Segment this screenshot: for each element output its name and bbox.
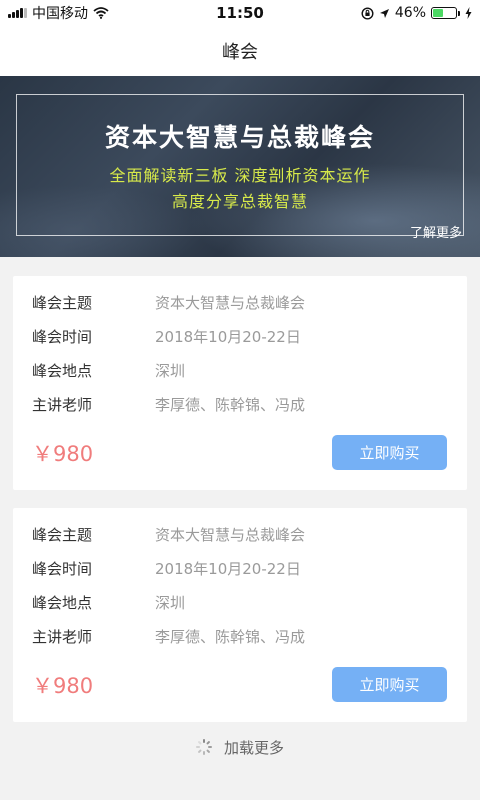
load-more[interactable]: 加载更多 (0, 736, 480, 758)
summit-topic-label: 峰会主题 (32, 293, 93, 312)
summit-topic-label: 峰会主题 (32, 525, 93, 544)
charging-icon (465, 7, 472, 19)
summit-location-value: 深圳 (155, 593, 186, 612)
summit-location-value: 深圳 (155, 361, 186, 380)
battery-percent: 46% (394, 5, 426, 21)
summit-time-row: 峰会时间 2018年10月20-22日 (32, 556, 301, 580)
summit-time-value: 2018年10月20-22日 (155, 327, 301, 346)
summit-time-label: 峰会时间 (32, 327, 93, 346)
summit-time-row: 峰会时间 2018年10月20-22日 (32, 324, 301, 348)
summit-topic-value: 资本大智慧与总裁峰会 (155, 525, 306, 544)
banner-subtitle-line2: 高度分享总裁智慧 (171, 192, 308, 211)
wifi-icon (93, 7, 109, 19)
summit-topic-value: 资本大智慧与总裁峰会 (155, 293, 306, 312)
page-title: 峰会 (222, 42, 258, 63)
rotation-lock-icon (361, 6, 374, 20)
buy-now-button[interactable]: 立即购买 (332, 667, 447, 702)
status-bar-right: 46% (361, 5, 472, 21)
summit-location-row: 峰会地点 深圳 (32, 590, 185, 614)
summit-lecturers-row: 主讲老师 李厚德、陈幹锦、冯成 (32, 392, 305, 416)
summit-card: 峰会主题 资本大智慧与总裁峰会 峰会时间 2018年10月20-22日 峰会地点… (13, 508, 467, 722)
banner-subtitle-line1: 全面解读新三板 深度剖析资本运作 (109, 166, 371, 185)
summit-lecturers-label: 主讲老师 (32, 627, 93, 646)
carrier-label: 中国移动 (32, 6, 88, 22)
buy-now-button[interactable]: 立即购买 (332, 435, 447, 470)
status-bar-left: 中国移动 (8, 3, 109, 23)
summit-topic-row: 峰会主题 资本大智慧与总裁峰会 (32, 522, 305, 546)
summit-card: 峰会主题 资本大智慧与总裁峰会 峰会时间 2018年10月20-22日 峰会地点… (13, 276, 467, 490)
nav-bar: 峰会 (0, 26, 480, 76)
battery-fill (433, 9, 444, 17)
banner-title: 资本大智慧与总裁峰会 (104, 123, 375, 152)
summit-lecturers-value: 李厚德、陈幹锦、冯成 (155, 627, 306, 646)
banner-more-link[interactable]: 了解更多 (410, 222, 462, 241)
signal-icon (8, 8, 27, 18)
price: ￥980 (32, 442, 94, 466)
summit-lecturers-label: 主讲老师 (32, 395, 93, 414)
battery-icon (431, 7, 460, 19)
summit-time-label: 峰会时间 (32, 559, 93, 578)
summit-topic-row: 峰会主题 资本大智慧与总裁峰会 (32, 290, 305, 314)
summit-banner[interactable]: 资本大智慧与总裁峰会 全面解读新三板 深度剖析资本运作 高度分享总裁智慧 了解更… (0, 76, 480, 257)
price: ￥980 (32, 674, 94, 698)
summit-lecturers-value: 李厚德、陈幹锦、冯成 (155, 395, 306, 414)
status-bar: 中国移动 11:50 46% (0, 0, 480, 26)
loading-spinner-icon (195, 739, 212, 755)
summit-lecturers-row: 主讲老师 李厚德、陈幹锦、冯成 (32, 624, 305, 648)
summit-location-label: 峰会地点 (32, 593, 93, 612)
load-more-label: 加载更多 (223, 738, 284, 757)
summit-location-row: 峰会地点 深圳 (32, 358, 185, 382)
summit-time-value: 2018年10月20-22日 (155, 559, 301, 578)
location-icon (379, 8, 389, 18)
summit-location-label: 峰会地点 (32, 361, 93, 380)
